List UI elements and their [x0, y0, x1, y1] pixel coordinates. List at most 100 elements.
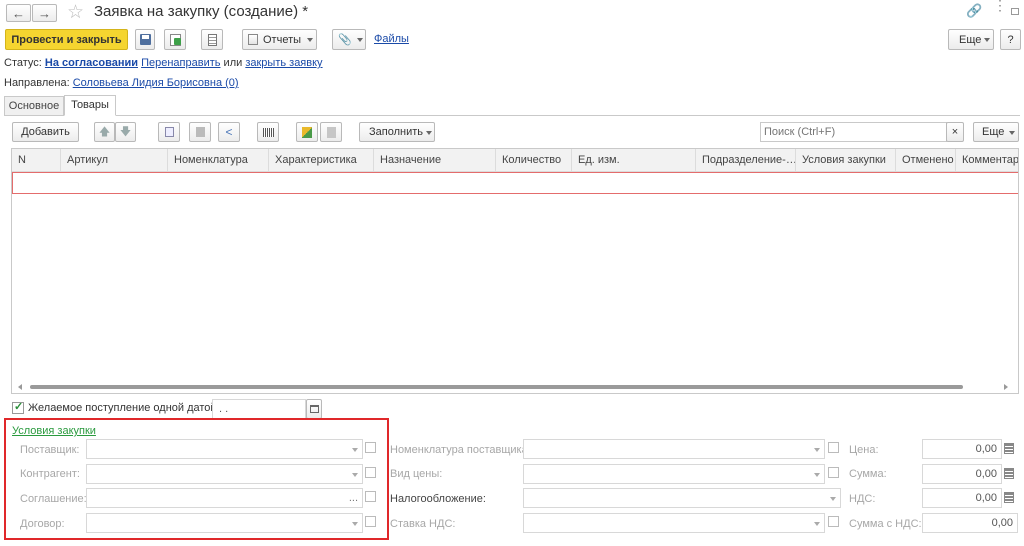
- open-icon[interactable]: [365, 516, 376, 527]
- more-label: Еще: [959, 33, 982, 46]
- supplier-nomenclature-label: Номенклатура поставщика:: [390, 444, 531, 456]
- calculator-icon[interactable]: [1004, 492, 1014, 503]
- scrollbar-thumb[interactable]: [30, 385, 963, 389]
- structure-button[interactable]: [201, 29, 223, 50]
- table-more-dropdown[interactable]: Еще: [973, 122, 1019, 142]
- files-link[interactable]: Файлы: [374, 33, 409, 45]
- single-date-checkbox[interactable]: ✓: [12, 401, 24, 414]
- chevron-down-icon[interactable]: [830, 497, 836, 501]
- delete-row-button[interactable]: [189, 122, 211, 142]
- scroll-left-arrow-icon[interactable]: [18, 384, 22, 390]
- search-input[interactable]: [760, 122, 947, 142]
- supplier-field[interactable]: [86, 439, 363, 459]
- vat-value: 0,00: [975, 492, 997, 504]
- delete-icon: [195, 127, 205, 137]
- or-text: или: [223, 57, 243, 69]
- fill-dropdown[interactable]: Заполнить: [359, 122, 435, 142]
- open-icon[interactable]: [828, 442, 839, 453]
- col-article[interactable]: Артикул: [61, 149, 168, 171]
- sum-field[interactable]: 0,00: [922, 464, 1002, 484]
- col-canceled[interactable]: Отменено: [896, 149, 956, 171]
- contract-field[interactable]: [86, 513, 363, 533]
- tab-goods[interactable]: Товары: [64, 95, 116, 116]
- conditions-title-link[interactable]: Условия закупки: [12, 425, 96, 437]
- open-icon[interactable]: [365, 442, 376, 453]
- favorite-star-icon[interactable]: ☆: [67, 1, 84, 24]
- sum-with-vat-field[interactable]: 0,00: [922, 513, 1018, 533]
- taxation-field[interactable]: [523, 488, 841, 508]
- arrow-down-icon: 🡇: [119, 125, 132, 138]
- pick-items-button[interactable]: [296, 122, 318, 142]
- counterparty-field[interactable]: [86, 464, 363, 484]
- horizontal-scrollbar[interactable]: [12, 381, 1018, 393]
- menu-dots-icon[interactable]: ⋮: [993, 0, 1007, 12]
- back-button[interactable]: ←: [6, 4, 31, 22]
- col-n[interactable]: N: [12, 149, 61, 171]
- vat-field[interactable]: 0,00: [922, 488, 1002, 508]
- move-up-button[interactable]: 🡅: [94, 122, 115, 142]
- close-request-link[interactable]: закрыть заявку: [245, 57, 322, 69]
- chevron-down-icon[interactable]: [352, 448, 358, 452]
- table-header: N Артикул Номенклатура Характеристика На…: [12, 149, 1018, 172]
- reports-label: Отчеты: [263, 33, 302, 46]
- post-button[interactable]: [164, 29, 186, 50]
- more-actions-dropdown[interactable]: Еще: [948, 29, 994, 50]
- open-icon[interactable]: [365, 467, 376, 478]
- contract-label: Договор:: [20, 518, 65, 530]
- goods-table[interactable]: N Артикул Номенклатура Характеристика На…: [11, 148, 1019, 394]
- move-down-button[interactable]: 🡇: [115, 122, 136, 142]
- post-and-close-button[interactable]: Провести и закрыть: [5, 29, 128, 50]
- chevron-down-icon[interactable]: [814, 522, 820, 526]
- col-characteristic[interactable]: Характеристика: [269, 149, 374, 171]
- reports-dropdown[interactable]: Отчеты: [242, 29, 317, 50]
- scroll-right-arrow-icon[interactable]: [1004, 384, 1008, 390]
- link-icon[interactable]: 🔗: [966, 3, 982, 19]
- barcode-icon: [262, 127, 274, 137]
- split-row-button[interactable]: <: [218, 122, 240, 142]
- add-row-button[interactable]: Добавить: [12, 122, 79, 142]
- desired-date-field[interactable]: . .: [212, 399, 306, 419]
- open-icon[interactable]: [828, 516, 839, 527]
- open-icon[interactable]: [828, 467, 839, 478]
- maximize-icon[interactable]: [1011, 8, 1019, 15]
- calculator-icon[interactable]: [1004, 443, 1014, 454]
- save-icon: [139, 34, 151, 45]
- clear-search-button[interactable]: ×: [946, 122, 964, 142]
- tab-main[interactable]: Основное: [4, 96, 64, 116]
- barcode-button[interactable]: [257, 122, 279, 142]
- col-quantity[interactable]: Количество: [496, 149, 572, 171]
- assigned-label: Направлена:: [4, 77, 70, 89]
- chevron-down-icon[interactable]: [814, 448, 820, 452]
- redirect-link[interactable]: Перенаправить: [141, 57, 220, 69]
- agreement-field[interactable]: ...: [86, 488, 363, 508]
- assigned-line: Направлена: Соловьева Лидия Борисовна (0…: [4, 77, 239, 89]
- select-ellipsis[interactable]: ...: [349, 492, 358, 504]
- col-purpose[interactable]: Назначение: [374, 149, 496, 171]
- open-icon[interactable]: [365, 491, 376, 502]
- sum-value: 0,00: [975, 468, 997, 480]
- chevron-down-icon[interactable]: [352, 473, 358, 477]
- price-type-field[interactable]: [523, 464, 825, 484]
- save-button[interactable]: [135, 29, 155, 50]
- table-row[interactable]: [12, 172, 1018, 194]
- chevron-down-icon[interactable]: [352, 522, 358, 526]
- col-purchase-conditions[interactable]: Условия закупки: [796, 149, 896, 171]
- pick-items-alt-button[interactable]: [320, 122, 342, 142]
- col-nomenclature[interactable]: Номенклатура: [168, 149, 269, 171]
- table-more-label: Еще: [982, 126, 1005, 138]
- status-value-link[interactable]: На согласовании: [45, 57, 138, 69]
- help-button[interactable]: ?: [1000, 29, 1021, 50]
- chevron-down-icon[interactable]: [814, 473, 820, 477]
- vat-rate-field[interactable]: [523, 513, 825, 533]
- supplier-nomenclature-field[interactable]: [523, 439, 825, 459]
- assigned-user-link[interactable]: Соловьева Лидия Борисовна (0): [73, 77, 239, 89]
- attachments-dropdown[interactable]: 📎: [332, 29, 366, 50]
- forward-button[interactable]: →: [32, 4, 57, 22]
- col-department[interactable]: Подразделение-…: [696, 149, 796, 171]
- copy-row-button[interactable]: [158, 122, 180, 142]
- price-field[interactable]: 0,00: [922, 439, 1002, 459]
- calculator-icon[interactable]: [1004, 468, 1014, 479]
- col-comment[interactable]: Комментар: [956, 149, 1018, 171]
- calendar-button[interactable]: [306, 399, 322, 419]
- col-unit[interactable]: Ед. изм.: [572, 149, 696, 171]
